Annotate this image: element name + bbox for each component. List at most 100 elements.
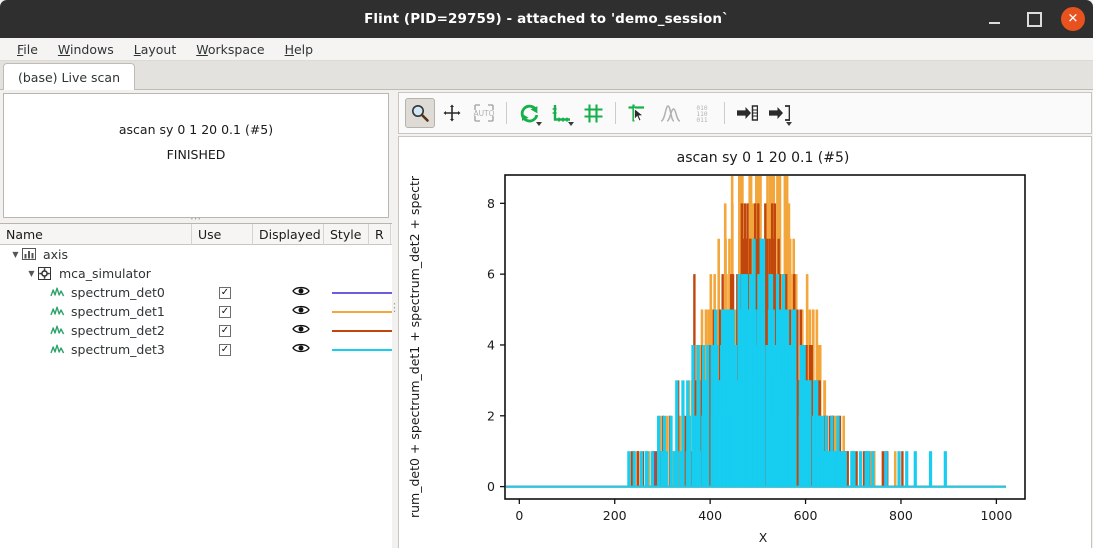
menu-workspace[interactable]: Workspace [187,40,273,59]
x-axis-ticks: 0 200 400 600 800 1000 [515,499,1012,523]
tree-row-name-cell: spectrum_det0 [50,285,217,300]
eye-icon[interactable] [292,323,310,338]
tree-row-spectrum-det0[interactable]: spectrum_det0 ✓ [0,283,392,302]
chevron-down-icon[interactable] [568,122,574,126]
tree-column-style[interactable]: Style [324,224,369,245]
tree-row-use-cell: ✓ [217,305,270,318]
scan-info-panel: ascan sy 0 1 20 0.1 (#5) FINISHED [3,93,389,218]
plot-svg[interactable]: ascan sy 0 1 20 0.1 (#5) rum_det0 + spec… [399,137,1092,548]
chevron-down-icon[interactable] [536,122,542,126]
tab-live-scan[interactable]: (base) Live scan [3,63,135,91]
device-icon [38,266,54,281]
tree-row-spectrum-det2[interactable]: spectrum_det2 ✓ [0,321,392,340]
auto-scale-icon[interactable]: AUTO [469,98,499,128]
style-swatch-det1[interactable] [331,310,392,313]
x-axis-label: X [759,530,768,545]
eye-icon[interactable] [292,285,310,300]
svg-text:AUTO: AUTO [473,109,494,118]
curve-icon [50,343,66,357]
zoom-icon[interactable] [405,98,435,128]
tree-row-style-cell[interactable] [331,329,392,332]
window-title: Flint (PID=29759) - attached to 'demo_se… [364,11,729,27]
reset-zoom-icon[interactable] [514,98,544,128]
y-tick-label: 0 [487,479,495,494]
tree-row-label: spectrum_det3 [71,342,165,357]
curve-icon [50,324,66,338]
x-tick-label: 1000 [980,508,1012,523]
tree-column-use[interactable]: Use [192,224,253,245]
minimize-button[interactable] [981,6,1007,32]
menu-file[interactable]: File [8,40,47,59]
style-swatch-det3[interactable] [331,348,392,351]
tree-column-name[interactable]: Name [0,224,192,245]
flint-application-window: Flint (PID=29759) - attached to 'demo_se… [0,0,1093,548]
eye-icon[interactable] [292,342,310,357]
pan-icon[interactable] [437,98,467,128]
tree-row-label: mca_simulator [59,266,151,281]
tree-row-displayed-cell[interactable] [270,342,332,357]
window-titlebar: Flint (PID=29759) - attached to 'demo_se… [0,0,1093,38]
menu-help[interactable]: Help [276,40,323,59]
export-table-icon[interactable] [732,98,762,128]
chevron-down-icon[interactable] [786,122,792,126]
tree-row-displayed-cell[interactable] [270,285,332,300]
curve-icon [50,305,66,319]
tree-row-spectrum-det1[interactable]: spectrum_det1 ✓ [0,302,392,321]
maximize-button[interactable] [1021,6,1047,32]
plot-series-group [506,176,1006,488]
menu-file-label: ile [23,41,38,57]
x-tick-label: 0 [515,508,523,523]
axes-scale-icon[interactable] [546,98,576,128]
tree-row-style-cell[interactable] [331,310,392,313]
window-controls: ✕ [981,0,1085,38]
crosshair-icon[interactable] [623,98,653,128]
curve-icon [50,286,66,300]
axis-icon [22,247,38,262]
grid-icon[interactable] [578,98,608,128]
tree-column-displayed[interactable]: Displayed [253,224,324,245]
tree-row-displayed-cell[interactable] [270,323,332,338]
raw-data-icon[interactable]: 010 110 011 [687,98,717,128]
use-checkbox[interactable]: ✓ [218,343,231,356]
tree-row-spectrum-det3[interactable]: spectrum_det3 ✓ [0,340,392,359]
close-icon: ✕ [1067,11,1079,26]
plot-canvas[interactable]: ascan sy 0 1 20 0.1 (#5) rum_det0 + spec… [398,136,1092,548]
tree-row-axis[interactable]: ▼ axis [0,245,392,264]
tree-row-label: spectrum_det1 [71,304,165,319]
main-tabstrip: (base) Live scan [0,61,1093,91]
tree-row-label: spectrum_det2 [71,323,165,338]
use-checkbox[interactable]: ✓ [218,324,231,337]
eye-icon[interactable] [292,304,310,319]
plot-title: ascan sy 0 1 20 0.1 (#5) [677,150,850,166]
tree-row-name-cell: ▼ mca_simulator [25,266,205,281]
tree-header-row: Name Use Displayed Style R [0,224,392,245]
curve-statistics-icon[interactable] [655,98,685,128]
tree-row-label: axis [43,247,69,262]
tree-row-label: spectrum_det0 [71,285,165,300]
use-checkbox[interactable]: ✓ [218,286,231,299]
tree-row-use-cell: ✓ [217,343,270,356]
chevron-down-icon[interactable]: ▼ [25,269,38,278]
style-swatch-det2[interactable] [331,329,392,332]
menu-layout[interactable]: Layout [125,40,186,59]
menu-windows[interactable]: Windows [49,40,123,59]
x-tick-label: 800 [889,508,913,523]
tab-live-scan-label: (base) Live scan [18,70,120,85]
tree-column-remove[interactable]: R [369,224,391,245]
tree-row-mca-simulator[interactable]: ▼ mca_simulator [0,264,392,283]
plot-pane: AUTO 010 110 011 ascan sy 0 1 20 0.1 (#5… [397,90,1093,548]
menu-windows-label: indows [70,41,114,57]
y-tick-label: 8 [487,196,495,211]
x-tick-label: 600 [794,508,818,523]
chevron-down-icon[interactable]: ▼ [9,250,22,259]
x-tick-label: 200 [603,508,627,523]
close-button[interactable]: ✕ [1061,7,1085,31]
use-checkbox[interactable]: ✓ [218,305,231,318]
scan-title: ascan sy 0 1 20 0.1 (#5) [118,122,274,137]
style-swatch-det0[interactable] [331,291,392,294]
tree-row-style-cell[interactable] [331,348,392,351]
tree-row-name-cell: spectrum_det1 [50,304,217,319]
tree-row-style-cell[interactable] [331,291,392,294]
export-icon[interactable] [764,98,794,128]
tree-row-displayed-cell[interactable] [270,304,332,319]
